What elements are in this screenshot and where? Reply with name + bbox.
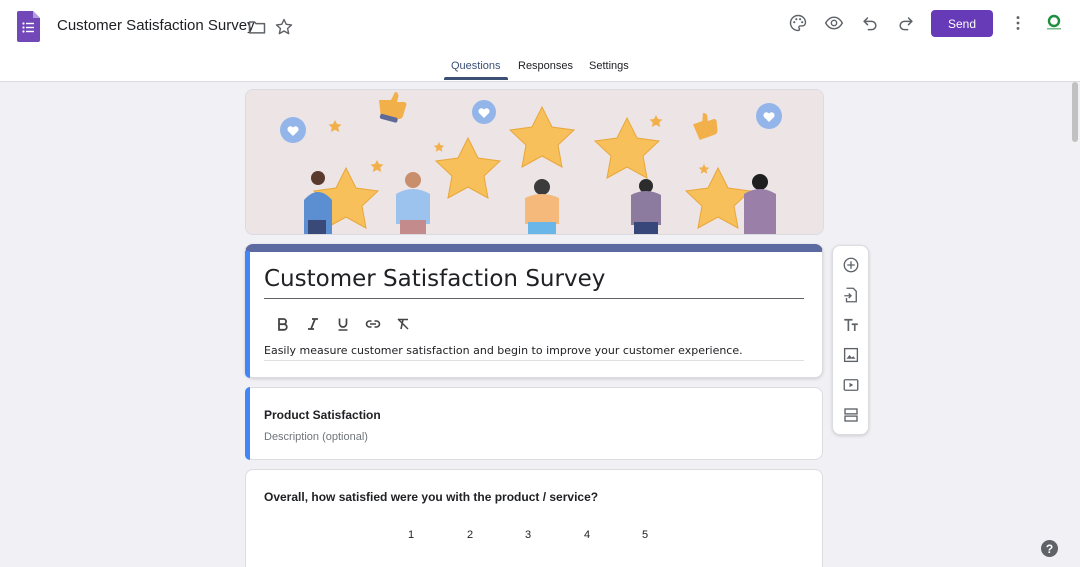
forms-app-icon[interactable] (17, 11, 40, 42)
page-scrollbar[interactable] (1070, 82, 1080, 567)
form-title-card[interactable]: Customer Satisfaction Survey Easily meas… (245, 244, 823, 378)
clear-formatting-icon[interactable] (388, 313, 418, 335)
add-question-icon[interactable] (841, 255, 861, 275)
add-title-icon[interactable] (841, 315, 861, 335)
floating-toolbar (832, 245, 869, 435)
active-card-indicator (245, 251, 250, 378)
avatar[interactable] (1043, 12, 1065, 34)
preview-icon[interactable] (823, 12, 845, 34)
tab-responses[interactable]: Responses (518, 58, 573, 82)
italic-icon[interactable] (298, 313, 328, 335)
tab-settings[interactable]: Settings (589, 58, 629, 82)
scale-option-5[interactable]: 5 (642, 529, 648, 541)
question-title[interactable]: Overall, how satisfied were you with the… (264, 490, 598, 504)
undo-icon[interactable] (859, 12, 881, 34)
redo-icon[interactable] (895, 12, 917, 34)
bold-icon[interactable] (268, 313, 298, 335)
top-app-bar: Customer Satisfaction Survey Send Questi… (0, 0, 1080, 82)
add-image-icon[interactable] (841, 345, 861, 365)
scrollbar-thumb[interactable] (1072, 82, 1078, 142)
scale-option-1[interactable]: 1 (408, 529, 414, 541)
form-description-input[interactable]: Easily measure customer satisfaction and… (264, 344, 804, 361)
form-title-input[interactable]: Customer Satisfaction Survey (264, 266, 804, 299)
scale-option-2[interactable]: 2 (467, 529, 473, 541)
scale-option-3[interactable]: 3 (525, 529, 531, 541)
document-title[interactable]: Customer Satisfaction Survey (57, 17, 255, 34)
palette-icon[interactable] (787, 12, 809, 34)
add-video-icon[interactable] (841, 375, 861, 395)
section-title[interactable]: Product Satisfaction (264, 408, 381, 422)
folder-icon[interactable] (246, 16, 268, 38)
text-format-toolbar (268, 313, 418, 335)
tab-bar: Questions Responses Settings (0, 58, 1080, 82)
header-banner-image (245, 89, 824, 235)
section-card[interactable]: Product Satisfaction Description (option… (245, 387, 823, 460)
import-questions-icon[interactable] (841, 285, 861, 305)
link-icon[interactable] (358, 313, 388, 335)
question-card[interactable]: Overall, how satisfied were you with the… (245, 469, 823, 567)
active-tab-indicator (444, 77, 508, 80)
scale-option-4[interactable]: 4 (584, 529, 590, 541)
add-section-icon[interactable] (841, 405, 861, 425)
section-indicator (245, 387, 250, 460)
help-button[interactable]: ? (1041, 540, 1058, 557)
underline-icon[interactable] (328, 313, 358, 335)
more-icon[interactable] (1007, 12, 1029, 34)
section-description-input[interactable]: Description (optional) (264, 431, 368, 443)
send-button[interactable]: Send (931, 10, 993, 37)
star-icon[interactable] (273, 16, 295, 38)
